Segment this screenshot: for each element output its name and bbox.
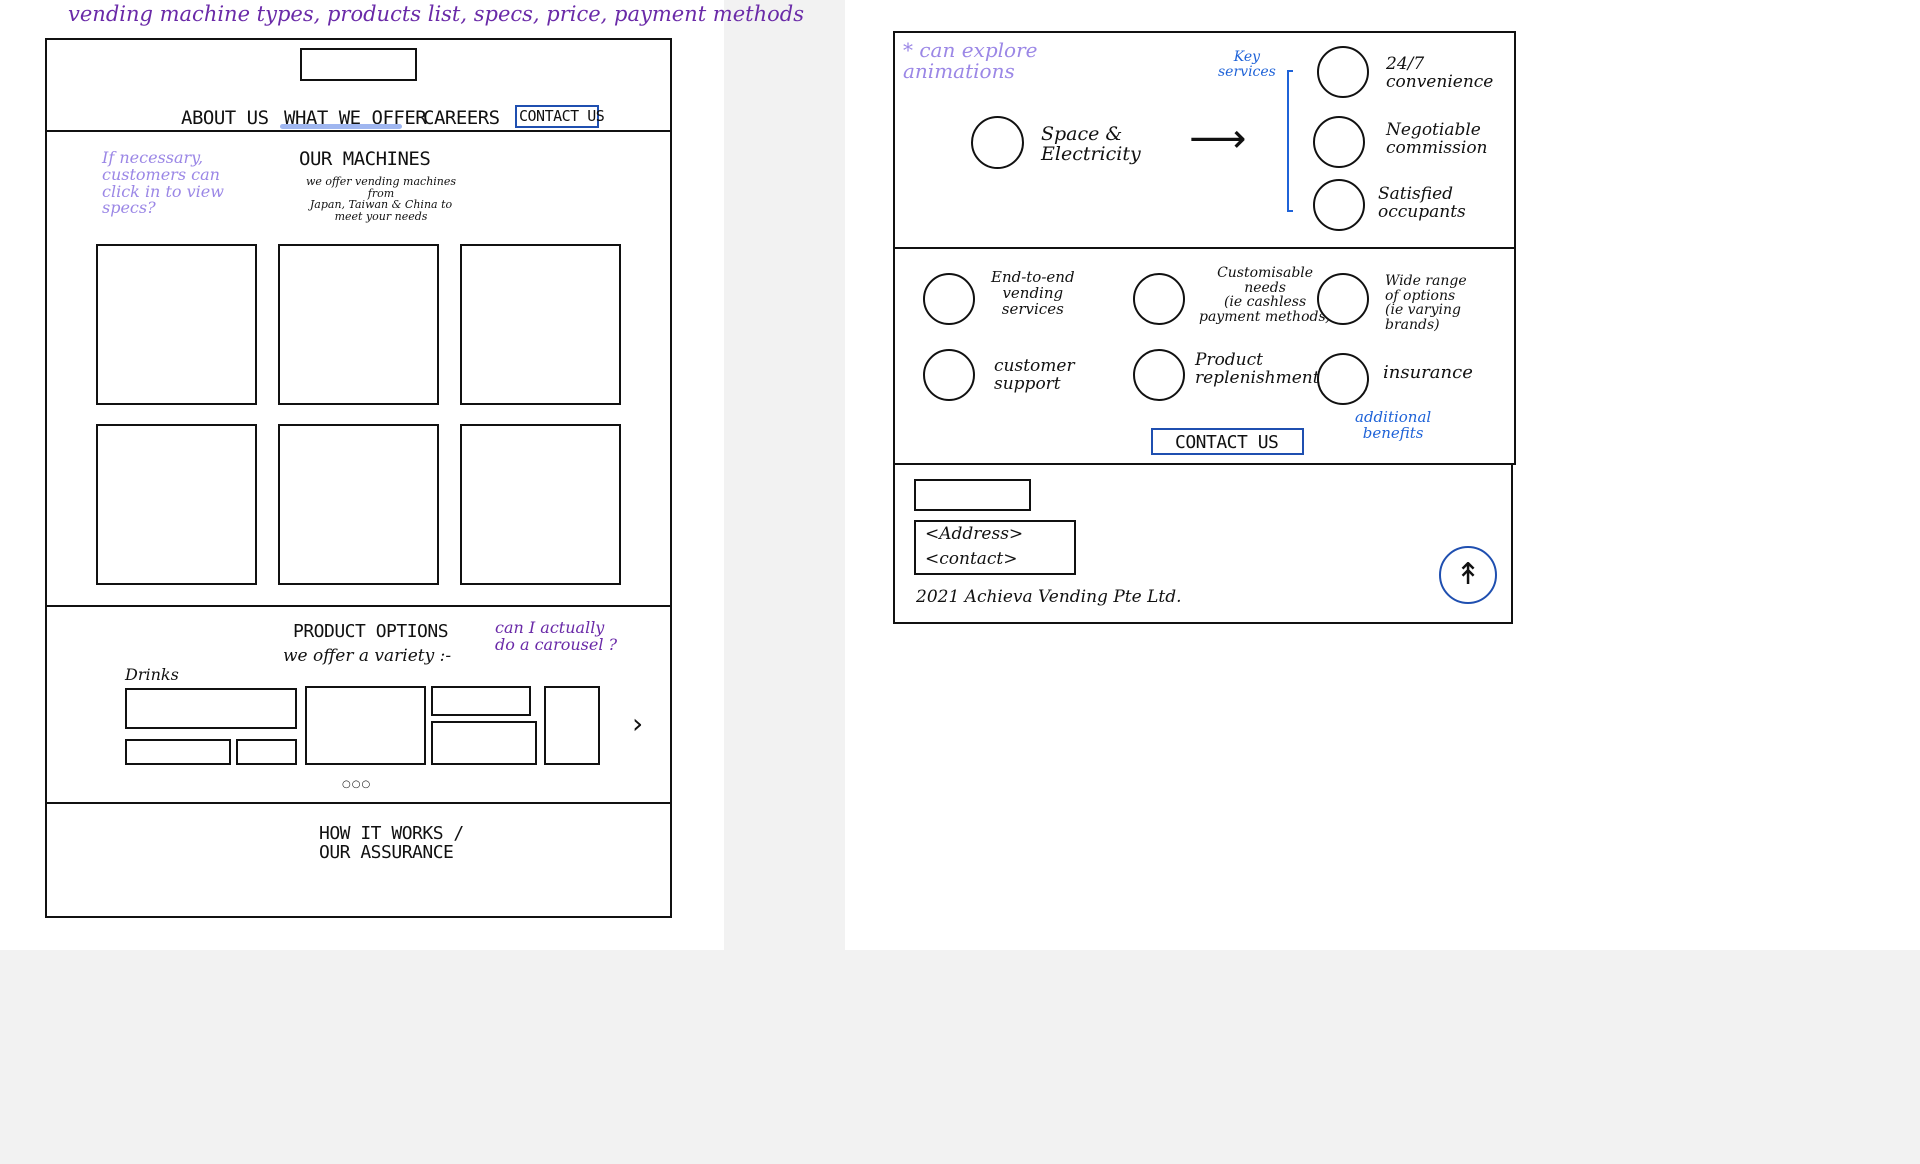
footer-copyright: 2021 Achieva Vending Pte Ltd. xyxy=(916,587,1182,607)
benefit-label: End-to-end vending services xyxy=(991,268,1075,318)
products-divider xyxy=(45,802,672,804)
contact-us-label: CONTACT US xyxy=(1175,432,1279,453)
product-tile[interactable] xyxy=(431,721,537,765)
nav-careers[interactable]: CAREERS xyxy=(423,107,500,129)
right-sheet: * can explore animations Space & Electri… xyxy=(845,0,1920,950)
benefit-label: Wide range of options (ie varying brands… xyxy=(1385,273,1467,334)
machine-card[interactable] xyxy=(460,424,621,585)
machine-card[interactable] xyxy=(96,244,257,405)
commission-icon xyxy=(1313,116,1365,168)
space-electricity-icon xyxy=(971,116,1024,169)
machine-card[interactable] xyxy=(278,244,439,405)
machines-subtitle: we offer vending machines from Japan, Ta… xyxy=(305,175,457,223)
key-service-label: Satisfied occupants xyxy=(1378,184,1466,222)
nav-about-us[interactable]: ABOUT US xyxy=(181,107,269,129)
nav-contact-us-label: CONTACT US xyxy=(519,107,605,125)
carousel-annotation: can I actually do a carousel ? xyxy=(495,618,618,654)
header-divider xyxy=(45,130,672,132)
machines-title: OUR MACHINES xyxy=(299,148,431,170)
animations-annotation: * can explore animations xyxy=(903,38,1038,83)
products-title: PRODUCT OPTIONS xyxy=(293,621,449,642)
product-tile[interactable] xyxy=(125,688,297,729)
product-tile[interactable] xyxy=(305,686,426,765)
specs-annotation: If necessary, customers can click in to … xyxy=(102,148,224,218)
customer-support-icon xyxy=(923,349,975,401)
machine-card[interactable] xyxy=(460,244,621,405)
footer-contact: <contact> xyxy=(925,549,1018,569)
key-services-bracket xyxy=(1287,70,1293,212)
vending-services-icon xyxy=(923,273,975,325)
machine-card[interactable] xyxy=(278,424,439,585)
back-to-top-icon: ↟ xyxy=(1455,557,1481,592)
key-services-annotation: Key services xyxy=(1218,49,1276,80)
machines-divider xyxy=(45,605,672,607)
space-electricity-label: Space & Electricity xyxy=(1041,123,1141,165)
drinks-category-label: Drinks xyxy=(125,665,179,684)
benefit-label: Product replenishment xyxy=(1195,350,1320,388)
additional-benefits-annotation: additional benefits xyxy=(1355,408,1432,442)
products-subtitle: we offer a variety :- xyxy=(283,646,452,666)
insurance-icon xyxy=(1317,353,1369,405)
benefit-label: Customisable needs (ie cashless payment … xyxy=(1199,265,1332,326)
footer-logo-placeholder[interactable] xyxy=(914,479,1031,511)
product-tile[interactable] xyxy=(544,686,600,765)
benefit-label: customer support xyxy=(994,356,1075,394)
wide-range-icon xyxy=(1317,273,1369,325)
replenishment-icon xyxy=(1133,349,1185,401)
occupants-icon xyxy=(1313,179,1365,231)
key-service-label: Negotiable commission xyxy=(1386,120,1488,158)
footer-address: <Address> xyxy=(925,524,1024,544)
carousel-pagination-dots[interactable]: ○○○ xyxy=(342,779,371,790)
customisable-needs-icon xyxy=(1133,273,1185,325)
product-tile[interactable] xyxy=(236,739,297,765)
key-service-label: 24/7 convenience xyxy=(1386,54,1494,92)
benefit-label: insurance xyxy=(1383,362,1473,383)
back-to-top-button[interactable]: ↟ xyxy=(1439,546,1497,604)
carousel-next-arrow[interactable]: › xyxy=(632,707,643,740)
product-tile[interactable] xyxy=(431,686,531,716)
logo-placeholder[interactable] xyxy=(300,48,417,81)
arrow-icon: ⟶ xyxy=(1189,116,1247,162)
convenience-icon xyxy=(1317,46,1369,98)
product-tile[interactable] xyxy=(125,739,231,765)
top-annotation: vending machine types, products list, sp… xyxy=(68,2,804,26)
left-sheet: vending machine types, products list, sp… xyxy=(0,0,804,950)
how-it-works-heading: HOW IT WORKS / OUR ASSURANCE xyxy=(319,823,464,863)
machine-card[interactable] xyxy=(96,424,257,585)
active-nav-underline xyxy=(280,124,402,129)
